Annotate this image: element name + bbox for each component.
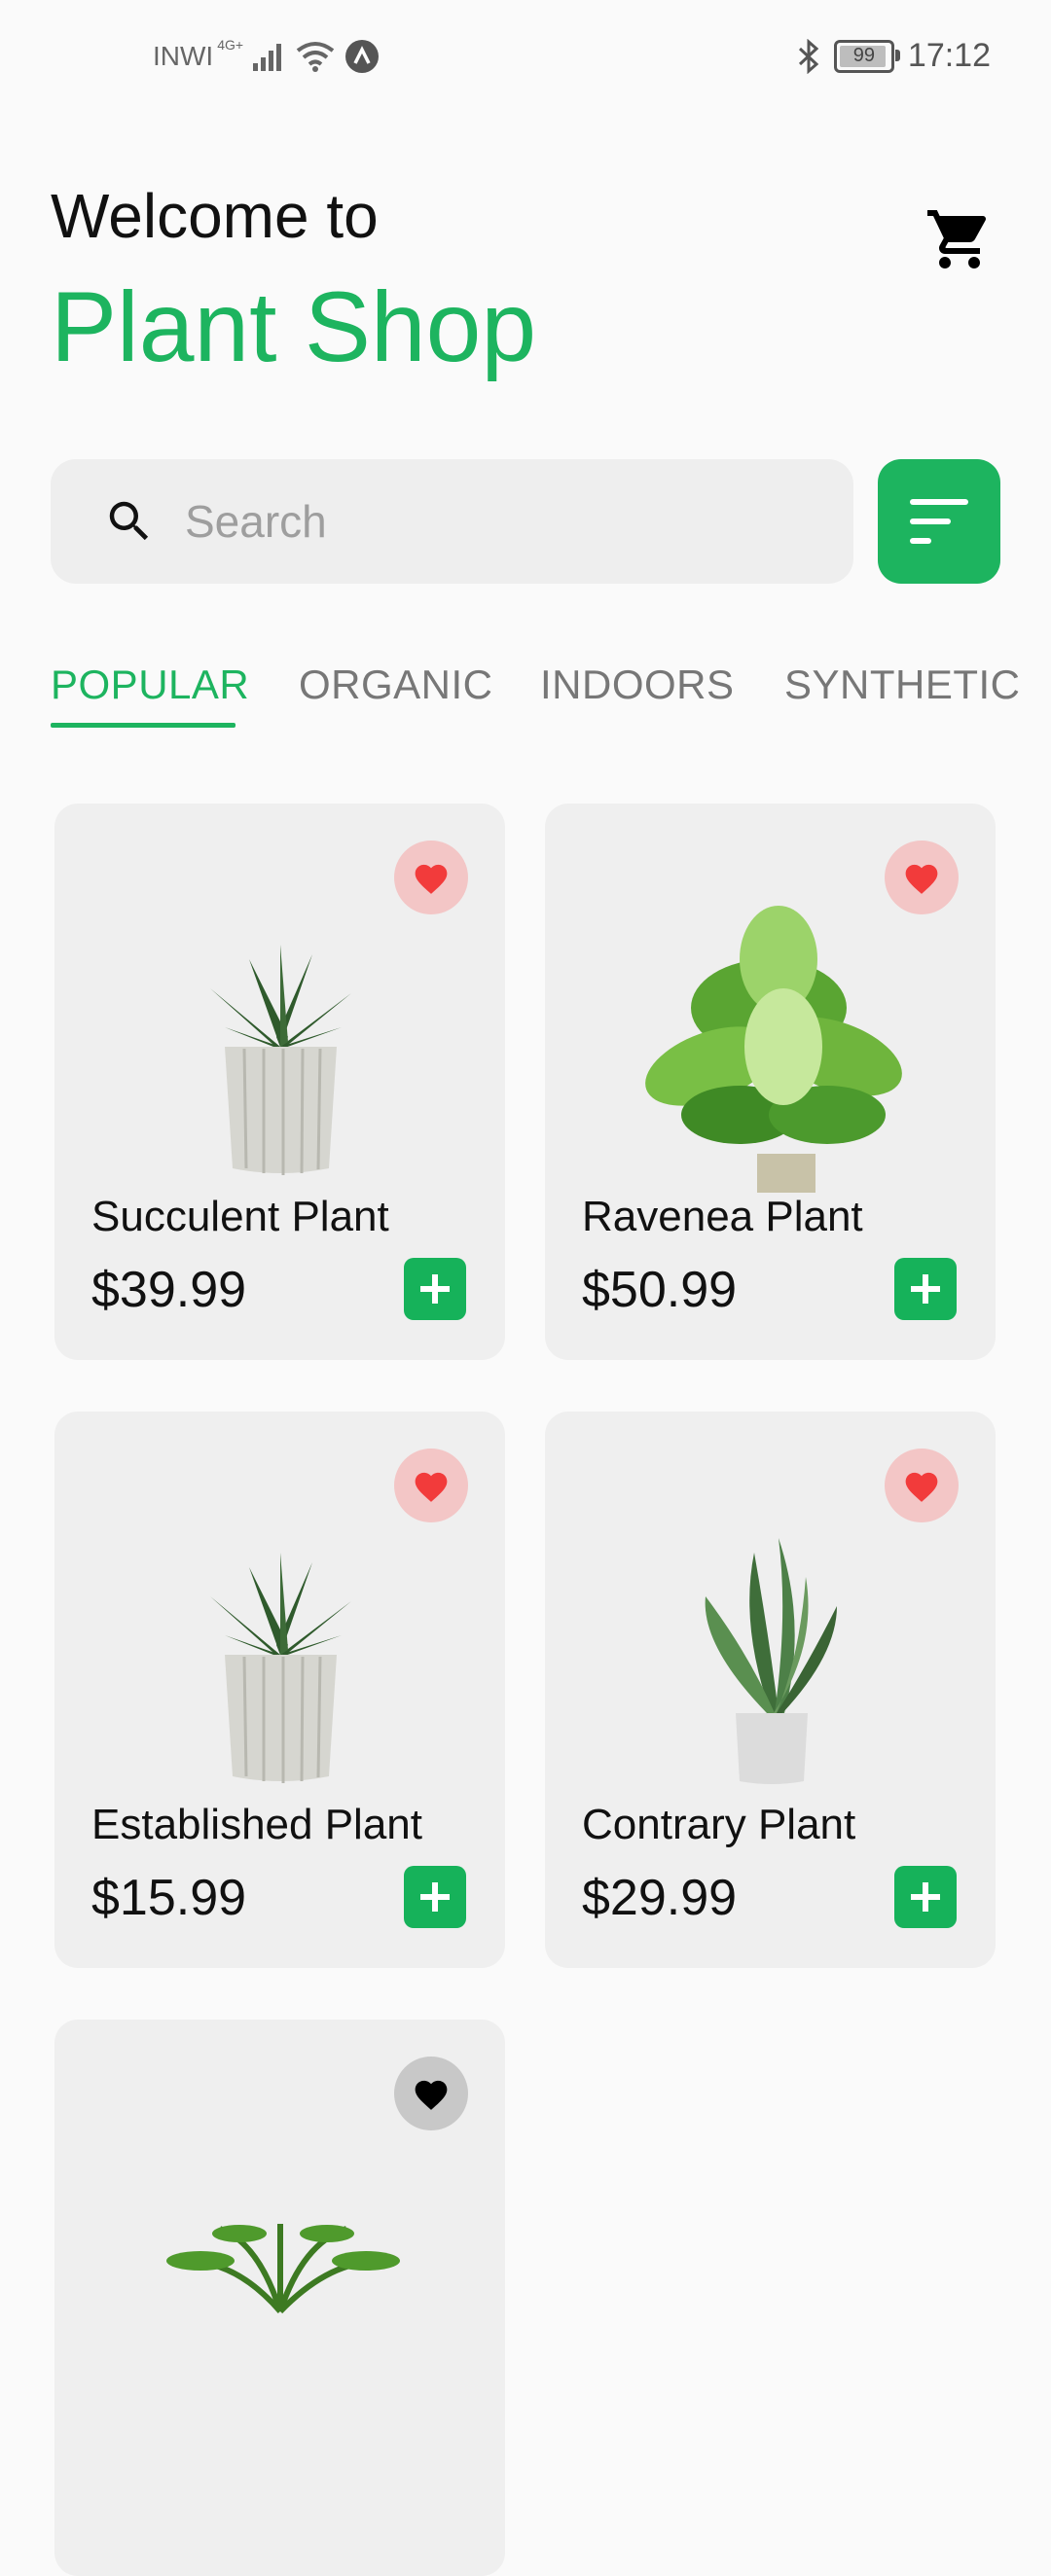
filter-button[interactable] bbox=[878, 459, 1000, 584]
add-to-cart-button[interactable] bbox=[404, 1866, 466, 1928]
add-to-cart-button[interactable] bbox=[404, 1258, 466, 1320]
clock: 17:12 bbox=[907, 37, 991, 74]
product-price: $50.99 bbox=[582, 1262, 738, 1318]
network-type: 4G+ bbox=[217, 37, 244, 53]
product-price: $29.99 bbox=[582, 1870, 738, 1926]
add-to-cart-button[interactable] bbox=[894, 1866, 957, 1928]
product-name: Contrary Plant bbox=[582, 1801, 856, 1848]
cart-icon bbox=[927, 210, 987, 268]
tab-indoors[interactable]: INDOORS bbox=[540, 662, 735, 708]
ravenea-plant-image bbox=[645, 906, 902, 1193]
add-to-cart-button[interactable] bbox=[894, 1258, 957, 1320]
battery-icon: 99 bbox=[833, 39, 900, 73]
plus-icon bbox=[911, 1882, 940, 1912]
product-card[interactable]: Contrary Plant $29.99 bbox=[545, 1412, 996, 1968]
battery-level: 99 bbox=[852, 45, 876, 66]
search-bar[interactable] bbox=[51, 459, 853, 584]
palm-plant-image bbox=[166, 2224, 400, 2314]
cart-button[interactable] bbox=[924, 204, 995, 274]
contrary-plant-image bbox=[705, 1538, 837, 1784]
heart-icon bbox=[415, 1472, 448, 1502]
succulent-plant-image bbox=[210, 945, 351, 1175]
tab-synthetic[interactable]: SYNTHETIC bbox=[784, 662, 1021, 708]
shop-title: Plant Shop bbox=[51, 271, 537, 382]
product-card[interactable] bbox=[54, 2020, 505, 2576]
heart-icon bbox=[415, 864, 448, 894]
product-name: Established Plant bbox=[91, 1801, 422, 1848]
tab-popular[interactable]: POPULAR bbox=[51, 662, 249, 708]
wifi-icon bbox=[296, 42, 335, 72]
status-bar: INWI 4G+ 99 17:12 bbox=[0, 0, 1051, 117]
status-left: INWI 4G+ bbox=[153, 37, 380, 74]
plus-icon bbox=[911, 1274, 940, 1304]
established-plant-image bbox=[210, 1553, 351, 1783]
welcome-text: Welcome to bbox=[51, 181, 379, 251]
app-notification-icon bbox=[345, 40, 380, 73]
search-icon bbox=[109, 501, 149, 541]
status-right: 99 17:12 bbox=[797, 37, 991, 75]
product-card[interactable]: Succulent Plant $39.99 bbox=[54, 804, 505, 1360]
signal-icon bbox=[253, 44, 282, 71]
product-name: Ravenea Plant bbox=[582, 1193, 863, 1240]
category-tabs: POPULAR ORGANIC INDOORS SYNTHETIC bbox=[51, 662, 1020, 730]
heart-icon bbox=[905, 1472, 938, 1502]
product-price: $39.99 bbox=[91, 1262, 247, 1318]
filter-icon bbox=[910, 499, 968, 544]
active-tab-indicator bbox=[51, 723, 236, 728]
carrier-label: INWI bbox=[153, 41, 214, 71]
heart-icon bbox=[415, 2080, 448, 2110]
product-card[interactable]: Established Plant $15.99 bbox=[54, 1412, 505, 1968]
plus-icon bbox=[420, 1882, 450, 1912]
tab-organic[interactable]: ORGANIC bbox=[299, 662, 493, 708]
product-card[interactable]: Ravenea Plant $50.99 bbox=[545, 804, 996, 1360]
bluetooth-icon bbox=[798, 38, 819, 74]
search-input[interactable] bbox=[183, 494, 771, 549]
plus-icon bbox=[420, 1274, 450, 1304]
product-price: $15.99 bbox=[91, 1870, 247, 1926]
heart-icon bbox=[905, 864, 938, 894]
product-name: Succulent Plant bbox=[91, 1193, 389, 1240]
